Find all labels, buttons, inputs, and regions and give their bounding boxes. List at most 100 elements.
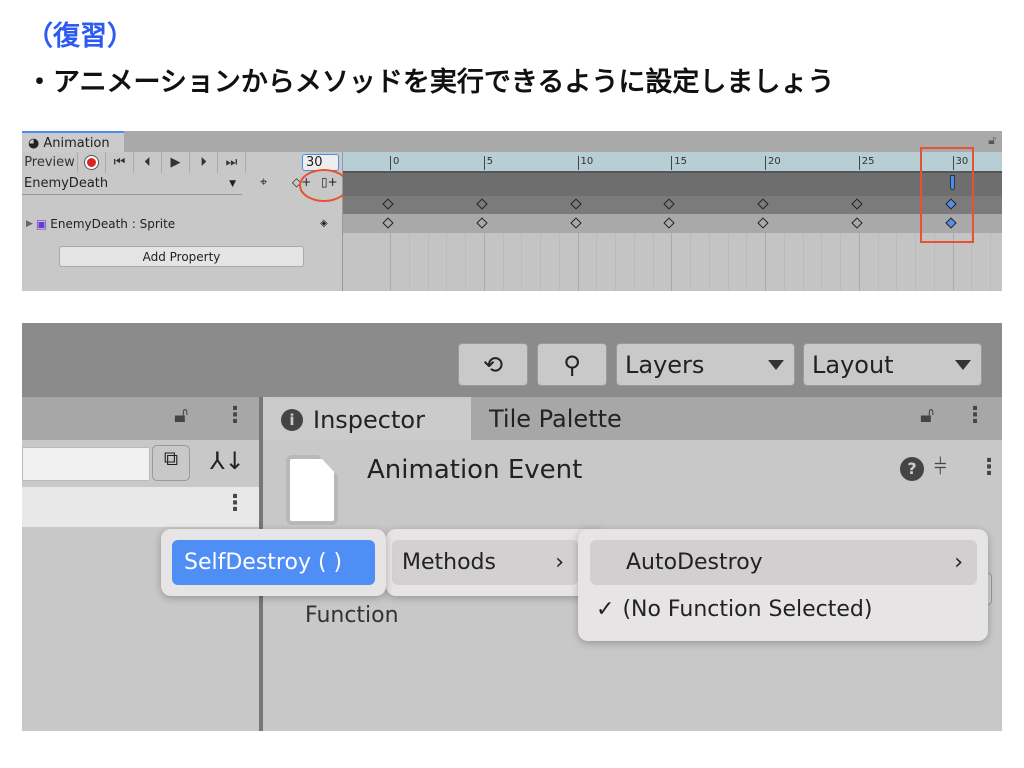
history-icon: ⟲ xyxy=(482,350,504,379)
chevron-down-icon xyxy=(955,359,971,370)
keyframe[interactable] xyxy=(569,216,582,229)
chevron-down-icon: ▼ xyxy=(229,178,236,189)
highlight-circle xyxy=(299,169,349,202)
grid-line xyxy=(446,233,448,291)
keyframe-target-icon[interactable]: ⌖ xyxy=(260,175,267,190)
scene-view-button[interactable]: ⧉ xyxy=(152,445,190,481)
add-property-button[interactable]: Add Property xyxy=(59,246,304,267)
lock-icon[interactable]: 🔓︎ xyxy=(174,403,188,428)
grid-line xyxy=(990,233,991,291)
grid-line xyxy=(427,233,429,291)
menu-item-methods[interactable]: Methods › xyxy=(392,540,578,585)
methods-menu: Methods › xyxy=(386,529,606,596)
tab-label: Animation xyxy=(43,136,110,151)
highlight-rectangle xyxy=(920,147,974,243)
grid-line xyxy=(708,233,710,291)
component-menu: SelfDestroy ( ) xyxy=(161,529,386,596)
grid-line xyxy=(783,233,785,291)
more-icon[interactable]: ⋮ xyxy=(224,405,246,427)
animation-window: ◕ Animation 🔓︎ Preview ⏮ ⏴ ▶ ⏵ ⏭ 30 Enemy… xyxy=(22,131,1002,291)
keyframe[interactable] xyxy=(382,198,394,210)
grid-line xyxy=(727,233,729,291)
settings-sliders-icon[interactable]: ⫩ xyxy=(934,455,947,480)
layout-label: Layout xyxy=(812,350,894,379)
grid-line xyxy=(577,233,579,291)
sprite-track[interactable] xyxy=(343,214,1002,233)
menu-item-autodestroy[interactable]: AutoDestroy › xyxy=(590,540,977,585)
summary-track[interactable] xyxy=(343,196,1002,214)
grid-line xyxy=(671,233,673,291)
menu-item-selfdestroy[interactable]: SelfDestroy ( ) xyxy=(172,540,375,585)
keyframe[interactable] xyxy=(476,198,488,210)
tab-label: Tile Palette xyxy=(489,404,622,433)
keyframe[interactable] xyxy=(569,198,582,210)
event-track[interactable] xyxy=(343,173,1002,196)
menu-label: Methods xyxy=(402,550,496,575)
grid-line xyxy=(821,233,823,291)
grid-line xyxy=(408,233,410,291)
search-button[interactable]: ⚲ xyxy=(537,343,607,386)
keyframe[interactable] xyxy=(476,216,488,229)
property-row[interactable]: ▶ ▣ EnemyDeath : Sprite xyxy=(26,217,175,231)
more-icon[interactable]: ⋮ xyxy=(964,405,986,427)
tab-animation[interactable]: ◕ Animation xyxy=(22,131,124,152)
grid-line xyxy=(483,233,485,291)
grid-line xyxy=(596,233,598,291)
search-icon: ⚲ xyxy=(563,350,581,379)
menu-item-no-function[interactable]: ✓ (No Function Selected) xyxy=(596,587,872,632)
help-icon[interactable]: ? xyxy=(900,457,924,481)
layers-dropdown[interactable]: Layers xyxy=(616,343,795,386)
clip-label: EnemyDeath xyxy=(24,176,109,191)
empty-track-area xyxy=(343,233,1002,291)
first-key-button[interactable]: ⏮ xyxy=(106,152,134,173)
grid-line xyxy=(802,233,804,291)
layers-label: Layers xyxy=(625,350,705,379)
ruler-tick: 10 xyxy=(577,156,593,170)
menu-label: AutoDestroy xyxy=(626,550,763,575)
tab-bar xyxy=(22,131,1002,152)
record-button[interactable] xyxy=(78,152,106,173)
grid-line xyxy=(840,233,841,291)
lock-icon[interactable]: 🔓︎ xyxy=(920,403,934,428)
sprite-renderer-icon: ▣ xyxy=(35,217,48,231)
sort-icon[interactable]: ⅄↓ xyxy=(210,447,245,475)
keyframe[interactable] xyxy=(663,198,675,210)
chevron-right-icon: › xyxy=(954,550,963,575)
grid-line xyxy=(690,233,691,291)
function-menu: AutoDestroy › ✓ (No Function Selected) xyxy=(578,529,988,641)
more-icon[interactable]: ⋮ xyxy=(224,493,246,515)
keyframe[interactable] xyxy=(663,216,675,229)
prev-key-button[interactable]: ⏴ xyxy=(134,152,162,173)
keyframe[interactable] xyxy=(757,198,769,210)
lock-icon[interactable]: 🔓︎ xyxy=(988,133,996,148)
search-input[interactable] xyxy=(22,447,150,481)
grid-line xyxy=(746,233,748,291)
grid-line xyxy=(465,233,466,291)
tab-inspector[interactable]: i Inspector xyxy=(263,399,471,440)
keyframe[interactable] xyxy=(757,216,769,229)
grid-line xyxy=(390,233,391,291)
grid-line xyxy=(558,233,560,291)
keyframe[interactable] xyxy=(382,216,394,229)
keyframe[interactable] xyxy=(851,216,863,229)
preview-button[interactable]: Preview xyxy=(22,152,78,173)
history-button[interactable]: ⟲ xyxy=(458,343,528,386)
function-label: Function xyxy=(305,603,399,628)
clip-dropdown[interactable]: EnemyDeath ▼ xyxy=(22,173,242,195)
grid-line xyxy=(858,233,860,291)
unity-editor: ⟲ ⚲ Layers Layout 🔓︎ ⋮ ⧉ ⅄↓ ⋮ i Inspector… xyxy=(22,323,1002,731)
property-label: EnemyDeath : Sprite xyxy=(50,217,176,231)
timeline-ruler[interactable]: 0 5 10 15 20 25 30 xyxy=(343,152,1002,173)
property-keyframe-icon[interactable]: ◈ xyxy=(320,218,328,229)
clock-icon: ◕ xyxy=(28,136,40,151)
keyframe[interactable] xyxy=(851,198,863,210)
slide-title: （復習） xyxy=(26,21,134,52)
more-icon[interactable]: ⋮ xyxy=(978,457,1000,479)
grid-line xyxy=(896,233,898,291)
last-key-button[interactable]: ⏭ xyxy=(218,152,246,173)
next-key-button[interactable]: ⏵ xyxy=(190,152,218,173)
play-button[interactable]: ▶ xyxy=(162,152,190,173)
ruler-tick: 15 xyxy=(671,156,687,170)
layout-dropdown[interactable]: Layout xyxy=(803,343,982,386)
grid-line xyxy=(615,233,616,291)
